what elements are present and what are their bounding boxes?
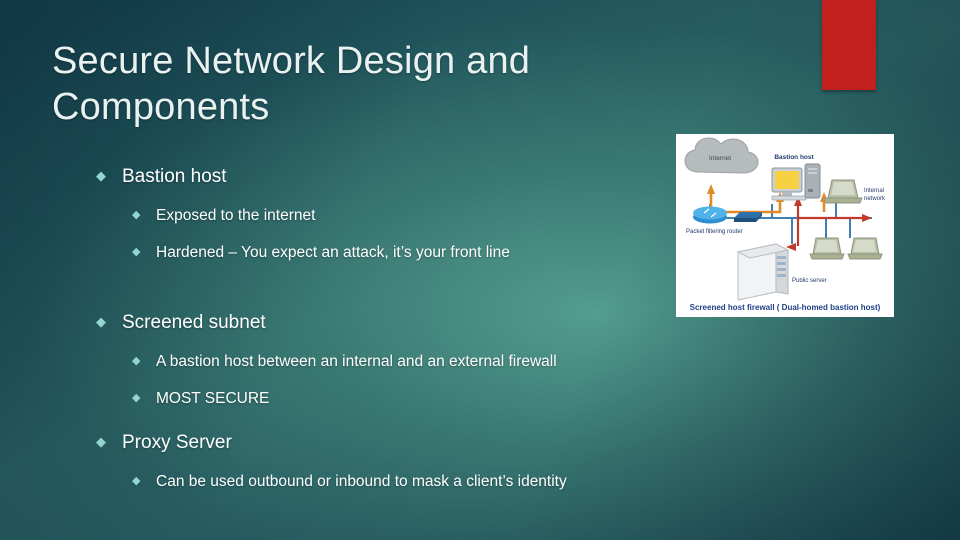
internet-label: Internet: [709, 155, 731, 162]
internal-network-label-line2: network: [864, 196, 886, 202]
packet-filtering-router-label: Packet filtering router: [686, 229, 743, 235]
public-server-label: Public server: [792, 278, 827, 284]
list-item-label: Proxy Server: [122, 432, 232, 453]
diamond-bullet-icon: ◆: [132, 355, 141, 367]
list-item: ◆ Screened subnet: [96, 306, 672, 340]
diamond-bullet-icon: ◆: [96, 168, 106, 183]
public-server-icon: [736, 243, 790, 301]
router-icon: [693, 206, 727, 224]
list-item-label: Can be used outbound or inbound to mask …: [156, 473, 567, 490]
bastion-host-label: Bastion host: [774, 154, 814, 161]
list-item: ◆ A bastion host between an internal and…: [132, 346, 672, 377]
list-item-label: Bastion host: [122, 166, 227, 187]
list-item-label: MOST SECURE: [156, 390, 270, 407]
list-item: ◆ Can be used outbound or inbound to mas…: [132, 466, 672, 497]
list-item: ◆ MOST SECURE: [132, 383, 672, 414]
bullet-list: ◆ Bastion host ◆ Exposed to the internet…: [52, 160, 672, 497]
workstation-icon: [809, 237, 845, 260]
diamond-bullet-icon: ◆: [132, 392, 141, 404]
network-diagram-image: Internet Packet filtering router Bastion…: [676, 134, 894, 317]
list-item: ◆ Bastion host: [96, 160, 672, 194]
diamond-bullet-icon: ◆: [96, 434, 106, 449]
diamond-bullet-icon: ◆: [96, 314, 106, 329]
list-item: ◆ Hardened – You expect an attack, it’s …: [132, 237, 672, 268]
list-item-label: Screened subnet: [122, 312, 266, 333]
slide-canvas: Secure Network Design and Components ◆ B…: [0, 0, 960, 540]
list-item-label: Hardened – You expect an attack, it’s yo…: [156, 244, 510, 261]
list-item-label: A bastion host between an internal and a…: [156, 353, 557, 370]
list-item-label: Exposed to the internet: [156, 207, 316, 224]
diagram-caption: Screened host firewall ( Dual-homed bast…: [690, 303, 881, 312]
diamond-bullet-icon: ◆: [132, 246, 141, 258]
diamond-bullet-icon: ◆: [132, 209, 141, 221]
list-item: ◆ Proxy Server: [96, 426, 672, 460]
internal-network-label-line1: Internal: [864, 188, 884, 194]
page-title: Secure Network Design and Components: [52, 40, 531, 128]
list-item: ◆ Exposed to the internet: [132, 200, 672, 231]
workstation-icon: [847, 237, 883, 260]
diamond-bullet-icon: ◆: [132, 475, 141, 487]
accent-bar: [822, 0, 876, 90]
